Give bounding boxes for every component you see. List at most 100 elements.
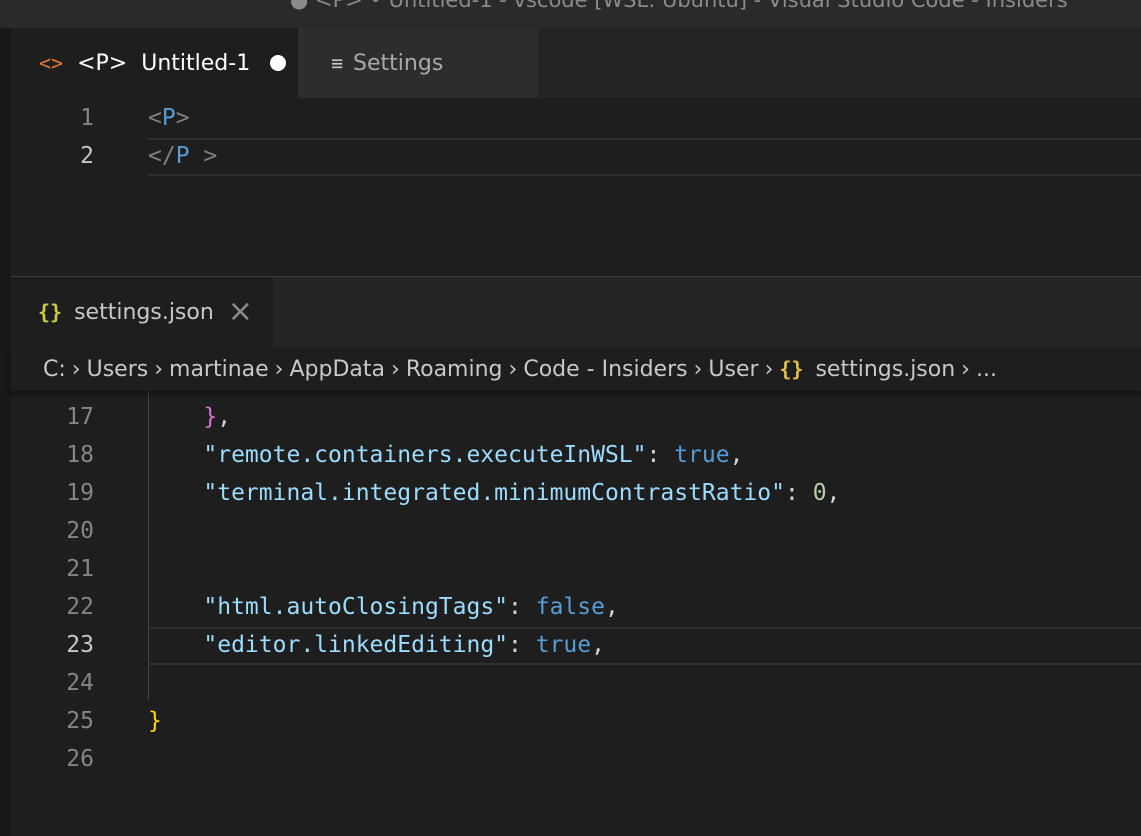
code-line[interactable]: 25} — [11, 702, 1141, 740]
code-line[interactable]: 24 — [11, 664, 1141, 702]
token-tagname: P — [175, 143, 190, 169]
tab-label-prefix: <P> — [77, 50, 128, 76]
line-number: 24 — [66, 670, 94, 696]
chevron-right-icon: › — [71, 356, 81, 382]
code-line[interactable]: 2 </P > — [11, 137, 1141, 175]
chevron-right-icon: › — [961, 356, 970, 382]
code-line[interactable]: 17 }, — [11, 398, 1141, 436]
breadcrumb-item[interactable]: martinae — [169, 357, 269, 382]
tab-label: Untitled-1 — [141, 50, 251, 76]
token-ws — [148, 480, 203, 506]
token-bool: true — [674, 442, 730, 468]
token-punc: : — [646, 442, 675, 468]
line-number: 2 — [80, 143, 94, 169]
breadcrumb-more[interactable]: ... — [976, 357, 997, 382]
code-text: "terminal.integrated.minimumContrastRati… — [148, 474, 840, 512]
breadcrumb-item[interactable]: User — [708, 357, 758, 382]
html-file-icon: <> — [39, 51, 64, 75]
line-number: 25 — [66, 708, 94, 734]
settings-lines-icon: ≡ — [331, 51, 344, 75]
token-bool: false — [535, 594, 605, 620]
line-number: 20 — [66, 518, 94, 544]
json-file-icon: {} — [38, 300, 63, 324]
line-number: 22 — [66, 594, 94, 620]
breadcrumb-item[interactable]: C: — [43, 357, 66, 382]
token-punc: , — [591, 632, 605, 658]
code-line[interactable]: 21 — [11, 550, 1141, 588]
chevron-right-icon: › — [154, 356, 164, 382]
token-key: "editor.linkedEditing" — [203, 632, 509, 658]
token-tag: > — [189, 143, 218, 169]
breadcrumb-item[interactable]: Code - Insiders — [523, 357, 687, 382]
code-text: "html.autoClosingTags": false, — [148, 588, 619, 626]
tab-label: Settings — [353, 50, 444, 76]
line-number: 18 — [66, 442, 94, 468]
code-text: "editor.linkedEditing": true, — [148, 626, 605, 664]
token-punc: , — [217, 404, 232, 430]
code-line[interactable]: 1 <P> — [11, 99, 1141, 137]
token-tagname: P — [161, 105, 176, 131]
token-bool: true — [535, 632, 592, 658]
tab-settings[interactable]: ≡ Settings — [298, 28, 538, 98]
token-brace2: } — [203, 404, 218, 430]
code-text: "remote.containers.executeInWSL": true, — [148, 436, 743, 474]
chevron-right-icon: › — [693, 356, 703, 382]
editor-settings-json[interactable]: 17 }, 18 "remote.containers.executeInWSL"… — [11, 391, 1141, 836]
token-num: 0 — [812, 480, 827, 506]
top-tab-bar: <> <P> Untitled-1 ≡ Settings — [11, 28, 1141, 98]
token-ws — [148, 632, 203, 658]
close-icon[interactable]: × — [228, 297, 253, 327]
breadcrumb-item[interactable]: Roaming — [406, 357, 503, 382]
vscode-window: ● <P> • Untitled-1 - vscode [WSL: Ubuntu… — [0, 0, 1141, 836]
line-number: 19 — [66, 480, 94, 506]
code-text: <P> — [148, 99, 190, 137]
token-ws — [148, 404, 203, 430]
line-number: 1 — [80, 105, 94, 131]
token-punc: : — [508, 632, 536, 658]
token-brace1: } — [148, 708, 162, 734]
line-number: 26 — [66, 746, 94, 772]
editor-untitled-1[interactable]: 1 <P> 2 </P > — [11, 98, 1141, 276]
token-key: "remote.containers.executeInWSL" — [203, 442, 647, 468]
token-ws — [148, 442, 203, 468]
token-punc: , — [729, 442, 744, 468]
code-line[interactable]: 22 "html.autoClosingTags": false, — [11, 588, 1141, 626]
chevron-right-icon: › — [274, 356, 284, 382]
breadcrumb-file[interactable]: settings.json — [815, 357, 955, 382]
token-ws — [148, 594, 203, 620]
token-tag: > — [175, 105, 190, 131]
chevron-right-icon: › — [508, 356, 518, 382]
token-punc: , — [604, 594, 619, 620]
code-line[interactable]: 19 "terminal.integrated.minimumContrastR… — [11, 474, 1141, 512]
token-punc: : — [784, 480, 813, 506]
title-bar: ● <P> • Untitled-1 - vscode [WSL: Ubuntu… — [0, 0, 1141, 28]
chevron-right-icon: › — [764, 356, 774, 382]
tab-label: settings.json — [74, 299, 214, 325]
token-tag: </ — [148, 143, 176, 169]
code-text: } — [148, 702, 162, 740]
token-punc: : — [508, 594, 536, 620]
code-text: }, — [148, 398, 231, 436]
code-line[interactable]: 23 "editor.linkedEditing": true, — [11, 626, 1141, 664]
breadcrumb: C: › Users › martinae › AppData › Roamin… — [11, 347, 1141, 391]
token-tag: < — [148, 105, 162, 131]
token-key: "terminal.integrated.minimumContrastRati… — [203, 480, 785, 506]
line-number: 17 — [66, 404, 94, 430]
breadcrumb-item[interactable]: AppData — [289, 357, 385, 382]
indent-guide — [148, 391, 149, 701]
tab-settings-json[interactable]: {} settings.json × — [11, 277, 273, 347]
bottom-tab-bar: {} settings.json × — [11, 277, 1141, 347]
line-number: 21 — [66, 556, 94, 582]
line-number: 23 — [66, 632, 94, 658]
code-line[interactable]: 26 — [11, 740, 1141, 778]
chevron-right-icon: › — [391, 356, 400, 382]
json-file-icon: {} — [779, 357, 804, 381]
code-text: </P > — [148, 137, 217, 175]
breadcrumb-item[interactable]: Users — [87, 357, 149, 382]
token-key: "html.autoClosingTags" — [203, 594, 509, 620]
token-punc: , — [826, 480, 841, 506]
tab-untitled-1[interactable]: <> <P> Untitled-1 — [11, 28, 298, 98]
unsaved-dot-icon[interactable] — [270, 55, 287, 71]
code-line[interactable]: 18 "remote.containers.executeInWSL": tru… — [11, 436, 1141, 474]
code-line[interactable]: 20 — [11, 512, 1141, 550]
